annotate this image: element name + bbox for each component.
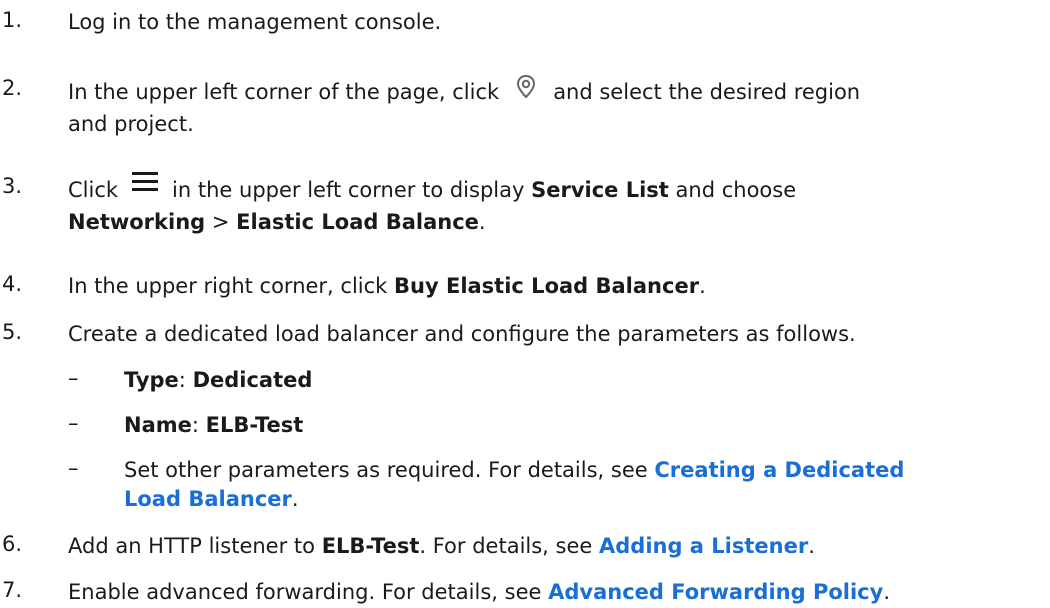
- step-number: 4.: [2, 272, 23, 296]
- name-value: ELB-Test: [205, 413, 304, 437]
- step-2-text-after: and select the desired region: [553, 80, 861, 104]
- type-label: Type: [124, 368, 179, 392]
- service-list-label: Service List: [531, 178, 669, 202]
- substep-other-text: Set other parameters as required. For de…: [124, 458, 648, 482]
- dash-bullet: –: [68, 411, 79, 435]
- step-text: Enable advanced forwarding. For details,…: [68, 578, 1050, 607]
- dash-bullet: –: [68, 456, 79, 480]
- step-3-text-mid: and choose: [675, 178, 797, 202]
- step-text: In the upper right corner, click Buy Ela…: [68, 272, 1050, 301]
- creating-dedicated-lb-link-cont[interactable]: Load Balancer: [124, 487, 292, 511]
- step-2-text-line2: and project.: [68, 112, 194, 136]
- step-3-period: .: [478, 210, 486, 234]
- step-6-period: .: [808, 534, 815, 558]
- colon: :: [191, 413, 199, 437]
- step-number: 1.: [2, 8, 23, 32]
- step-2-text-before: In the upper left corner of the page, cl…: [68, 80, 500, 104]
- step-number: 3.: [2, 174, 23, 198]
- advanced-forwarding-policy-link[interactable]: Advanced Forwarding Policy: [548, 580, 883, 604]
- adding-listener-link[interactable]: Adding a Listener: [599, 534, 808, 558]
- colon: :: [178, 368, 186, 392]
- step-7-period: .: [883, 580, 890, 604]
- dash-bullet: –: [68, 366, 79, 390]
- step-3-text-before: Click: [68, 178, 119, 202]
- step-text: Add an HTTP listener to ELB-Test. For de…: [68, 532, 1050, 561]
- period: .: [291, 487, 299, 511]
- type-value: Dedicated: [192, 368, 313, 392]
- creating-dedicated-lb-link[interactable]: Creating a Dedicated: [654, 458, 904, 482]
- buy-elb-label: Buy Elastic Load Balancer: [394, 274, 700, 298]
- substep-text: Type: Dedicated: [124, 366, 1050, 395]
- step-text: In the upper left corner of the page, cl…: [68, 74, 1050, 139]
- step-3-separator: >: [211, 210, 230, 234]
- step-number: 7.: [2, 578, 23, 602]
- step-text: Log in to the management console.: [68, 8, 1050, 37]
- networking-label: Networking: [68, 210, 206, 234]
- step-4-period: .: [699, 274, 706, 298]
- step-6-text-before: Add an HTTP listener to: [68, 534, 315, 558]
- document-page: 1. Log in to the management console. 2. …: [0, 0, 1050, 608]
- location-pin-icon[interactable]: [509, 70, 543, 104]
- hamburger-menu-icon[interactable]: [128, 164, 162, 198]
- elastic-load-balance-label: Elastic Load Balance: [236, 210, 479, 234]
- step-text: Click in the upper left corner to display…: [68, 172, 1050, 237]
- name-label: Name: [124, 413, 192, 437]
- step-1-text: Log in to the management console.: [68, 10, 442, 34]
- step-number: 5.: [2, 320, 23, 344]
- step-text: Create a dedicated load balancer and con…: [68, 320, 1050, 349]
- step-number: 2.: [2, 76, 23, 100]
- step-7-text-before: Enable advanced forwarding. For details,…: [68, 580, 542, 604]
- elb-test-label: ELB-Test: [321, 534, 420, 558]
- step-3-text-after: in the upper left corner to display: [172, 178, 525, 202]
- step-5-text: Create a dedicated load balancer and con…: [68, 322, 856, 346]
- step-6-text-mid: . For details, see: [419, 534, 593, 558]
- substep-text: Set other parameters as required. For de…: [124, 456, 1050, 514]
- step-4-text-before: In the upper right corner, click: [68, 274, 388, 298]
- substep-text: Name: ELB-Test: [124, 411, 1050, 440]
- step-number: 6.: [2, 532, 23, 556]
